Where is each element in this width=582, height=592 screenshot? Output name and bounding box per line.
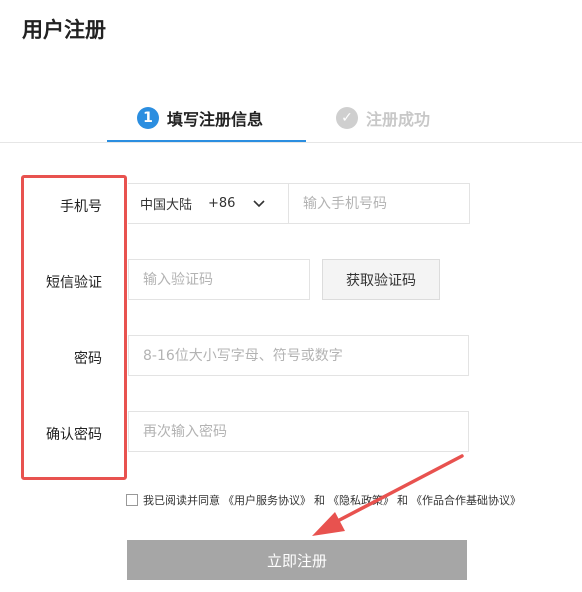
annotation-highlight-box <box>21 175 127 480</box>
sms-code-input[interactable] <box>129 260 309 299</box>
step-success: ✓ 注册成功 <box>336 106 430 130</box>
agreement-and: 和 <box>397 494 408 507</box>
agreement-text: 我已阅读并同意 <box>143 494 220 507</box>
divider <box>0 142 582 143</box>
confirm-password-field[interactable] <box>128 411 469 452</box>
country-code: +86 <box>208 196 236 211</box>
chevron-down-icon <box>253 199 266 207</box>
agreement-row: 我已阅读并同意 《用户服务协议》 和 《隐私政策》 和 《作品合作基础协议》 <box>126 492 524 508</box>
register-button[interactable]: 立即注册 <box>127 540 467 580</box>
password-input[interactable] <box>129 336 468 375</box>
agreement-checkbox[interactable] <box>126 494 138 506</box>
confirm-password-input[interactable] <box>129 412 468 451</box>
sms-field[interactable] <box>128 259 310 300</box>
country-code-select[interactable]: 中国大陆 +86 <box>128 183 288 224</box>
check-icon: ✓ <box>336 107 358 129</box>
step-label: 注册成功 <box>366 110 431 129</box>
phone-field[interactable] <box>288 183 470 224</box>
user-service-agreement-link[interactable]: 《用户服务协议》 <box>223 492 311 508</box>
password-field[interactable] <box>128 335 469 376</box>
step-fill-info: 1 填写注册信息 <box>137 106 263 130</box>
step-number-icon: 1 <box>137 107 159 129</box>
agreement-and: 和 <box>314 494 325 507</box>
privacy-policy-link[interactable]: 《隐私政策》 <box>328 492 394 508</box>
get-code-button[interactable]: 获取验证码 <box>322 259 440 300</box>
work-cooperation-agreement-link[interactable]: 《作品合作基础协议》 <box>411 492 521 508</box>
page-title: 用户注册 <box>22 18 106 42</box>
phone-input[interactable] <box>289 184 469 223</box>
step-label: 填写注册信息 <box>167 110 264 129</box>
country-name: 中国大陆 <box>140 198 193 213</box>
